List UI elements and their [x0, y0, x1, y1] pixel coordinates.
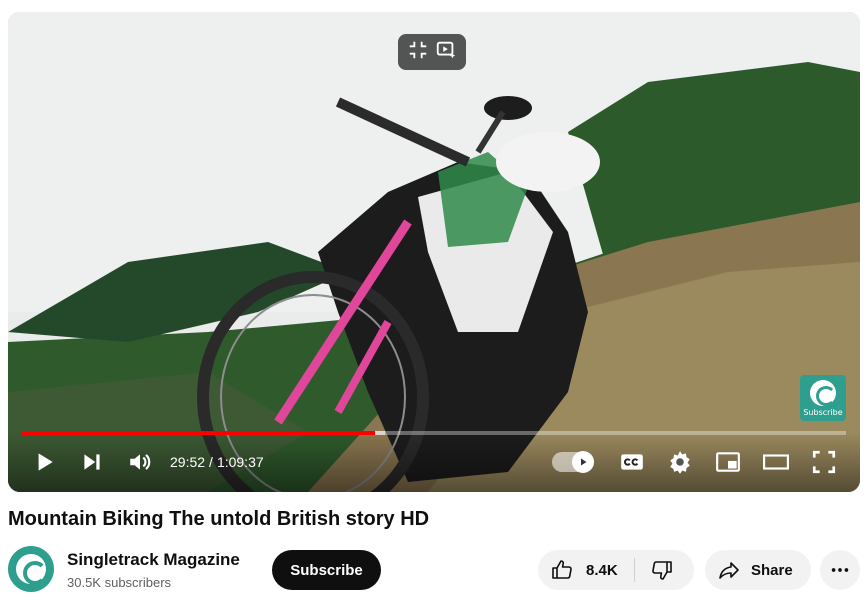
channel-row: Singletrack Magazine 30.5K subscribers S… — [8, 546, 860, 594]
watermark-label: Subscribe — [803, 407, 843, 417]
theater-icon — [763, 454, 789, 470]
captions-icon — [621, 454, 643, 470]
video-title: Mountain Biking The untold British story… — [8, 508, 430, 530]
fullscreen-button[interactable] — [800, 438, 848, 486]
captions-button[interactable] — [608, 438, 656, 486]
like-dislike-group: 8.4K — [538, 550, 694, 590]
autoplay-knob — [572, 451, 594, 473]
next-icon — [84, 454, 100, 470]
play-button[interactable] — [20, 438, 68, 486]
miniplayer-button[interactable] — [704, 438, 752, 486]
mute-button[interactable] — [116, 438, 164, 486]
video-player[interactable]: Subscribe 29:52/1:09:37 — [8, 12, 860, 492]
volume-icon — [130, 454, 151, 470]
play-icon — [38, 453, 53, 471]
thumbs-up-icon — [552, 560, 572, 579]
dislike-button[interactable] — [635, 550, 689, 590]
video-frame[interactable] — [8, 12, 860, 492]
time-display: 29:52/1:09:37 — [170, 454, 264, 470]
subscriber-count: 30.5K subscribers — [67, 575, 172, 590]
more-dots-icon — [831, 568, 849, 572]
more-actions-button[interactable] — [820, 550, 860, 590]
share-button[interactable]: Share — [705, 550, 811, 590]
like-count: 8.4K — [586, 561, 618, 579]
theater-button[interactable] — [752, 438, 800, 486]
current-time: 29:52 — [170, 454, 206, 470]
channel-name[interactable]: Singletrack Magazine — [67, 550, 240, 570]
subscribe-watermark[interactable]: Subscribe — [800, 375, 846, 421]
fullscreen-exit-icon[interactable] — [407, 39, 429, 66]
time-separator: / — [209, 454, 213, 470]
fullscreen-icon — [812, 450, 836, 474]
settings-button[interactable] — [656, 438, 704, 486]
player-controls: 29:52/1:09:37 — [8, 432, 860, 492]
channel-logo-icon — [16, 554, 47, 585]
miniplayer-icon — [716, 452, 740, 472]
duration: 1:09:37 — [216, 454, 264, 470]
share-arrow-icon — [719, 562, 739, 579]
next-button[interactable] — [68, 438, 116, 486]
share-label: Share — [751, 561, 793, 579]
autoplay-play-icon — [581, 458, 587, 466]
top-overlay-controls — [398, 34, 466, 70]
channel-avatar[interactable] — [8, 546, 54, 592]
autoplay-toggle[interactable] — [552, 451, 594, 473]
thumbs-down-icon — [651, 561, 672, 580]
like-button[interactable]: 8.4K — [538, 550, 618, 590]
subscribe-button[interactable]: Subscribe — [272, 550, 381, 590]
visual-search-icon[interactable] — [435, 39, 457, 66]
settings-icon — [670, 451, 690, 474]
channel-logo-icon — [810, 379, 836, 406]
